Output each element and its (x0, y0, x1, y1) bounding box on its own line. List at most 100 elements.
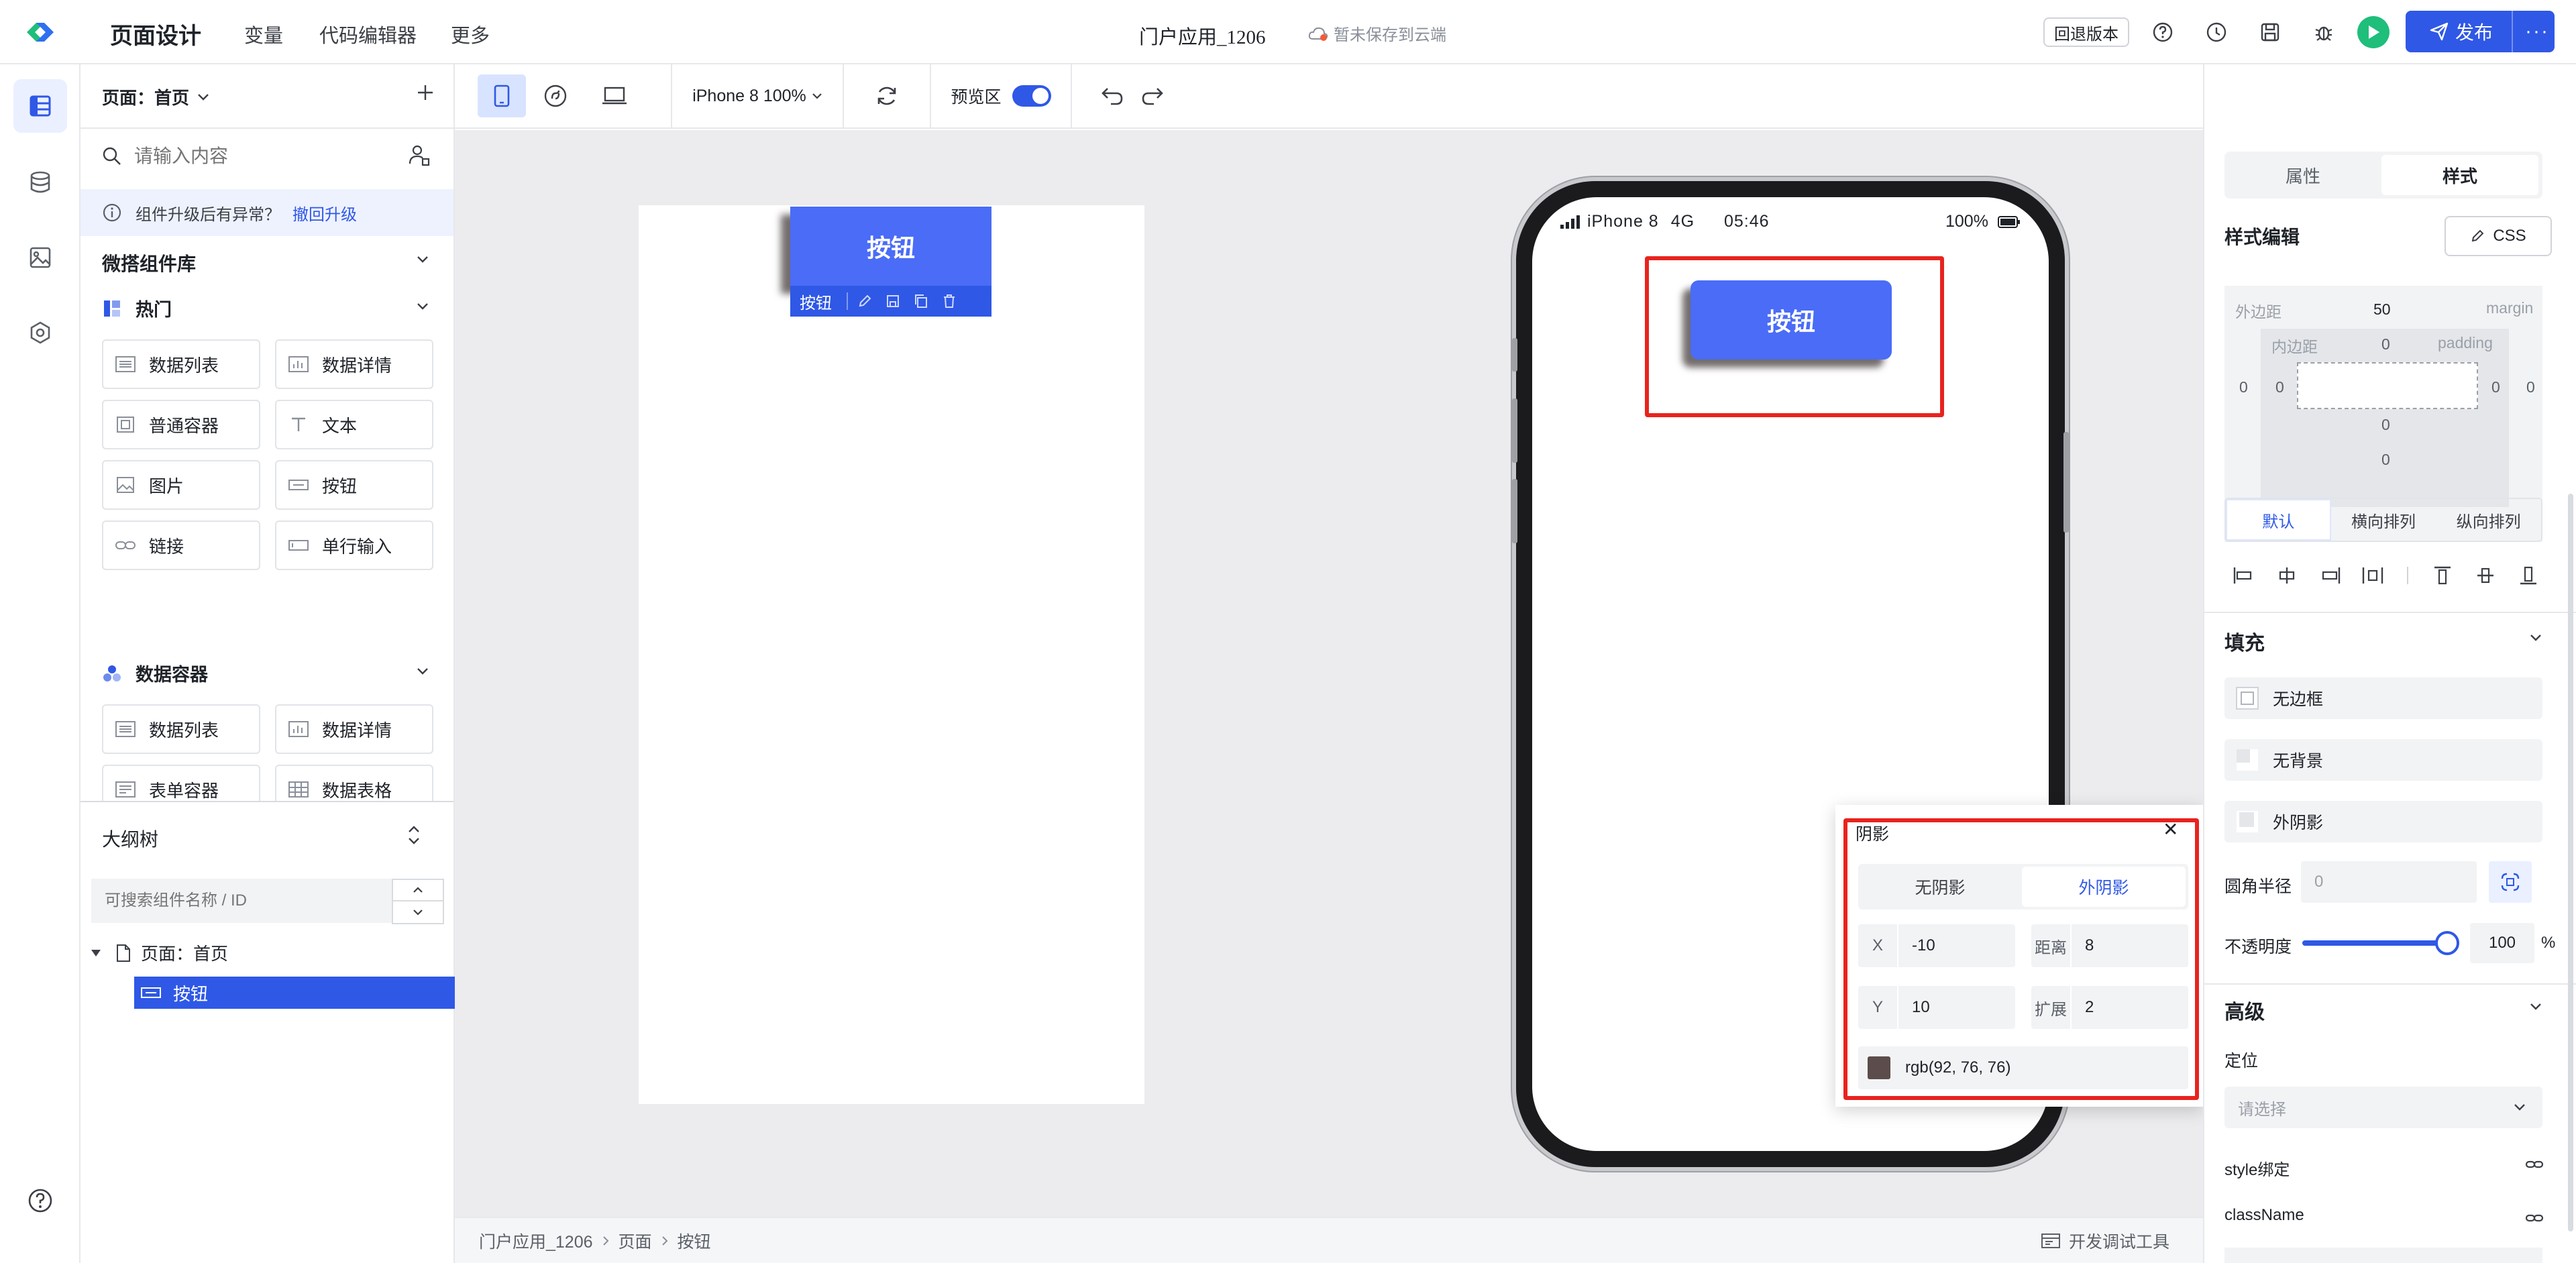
history-icon[interactable] (2202, 17, 2231, 47)
redo-icon[interactable] (1124, 86, 1181, 106)
devtools-button[interactable]: 开发调试工具 (2041, 1229, 2169, 1253)
save-icon[interactable] (885, 294, 900, 309)
copy-icon[interactable] (914, 294, 928, 309)
comp-input[interactable]: 单行输入 (275, 520, 433, 570)
opacity-slider-knob[interactable] (2435, 931, 2459, 955)
breadcrumb-page[interactable]: 页面 (619, 1229, 652, 1253)
comp-text[interactable]: 文本 (275, 400, 433, 449)
run-preview-icon[interactable] (2357, 16, 2390, 48)
publish-button[interactable]: 发布 ··· (2406, 11, 2555, 52)
padding-bottom-value[interactable]: 0 (2381, 416, 2390, 434)
css-button[interactable]: CSS (2445, 216, 2552, 256)
comp-container[interactable]: 普通容器 (102, 400, 260, 449)
canvas-button[interactable]: 按钮 (790, 207, 991, 286)
position-select[interactable]: 请选择 (2224, 1087, 2542, 1128)
outline-search-input[interactable] (91, 879, 392, 923)
comp-data-table[interactable]: 数据表格 (275, 765, 433, 801)
border-setting-row[interactable]: 无边框 (2224, 677, 2542, 719)
comp-data-list-2[interactable]: 数据列表 (102, 704, 260, 754)
breadcrumb-button[interactable]: 按钮 (678, 1229, 711, 1253)
rail-media-icon[interactable] (13, 231, 67, 284)
chevron-down-icon[interactable] (393, 901, 443, 923)
margin-bottom-value[interactable]: 0 (2381, 451, 2390, 469)
right-panel-scrollbar[interactable] (2568, 494, 2573, 1231)
component-search-input[interactable] (134, 141, 389, 172)
debug-bug-icon[interactable] (2309, 17, 2339, 47)
group-hot-title[interactable]: 热门 (103, 295, 172, 321)
caret-down-icon[interactable] (90, 948, 102, 958)
collapse-hot-icon[interactable] (416, 302, 429, 311)
layout-default[interactable]: 默认 (2226, 499, 2331, 541)
add-page-icon[interactable] (416, 83, 435, 102)
rail-help-icon[interactable] (13, 1174, 67, 1227)
shadow-x-field[interactable]: X -10 (1858, 924, 2015, 967)
rollback-button[interactable]: 回退版本 (2043, 17, 2129, 47)
page-artboard[interactable] (639, 205, 1144, 1104)
menu-code-editor[interactable]: 代码编辑器 (319, 20, 417, 48)
radius-input[interactable]: 0 (2301, 861, 2477, 903)
margin-top-value[interactable]: 50 (2373, 300, 2391, 319)
shadow-spread-field[interactable]: 扩展 2 (2031, 986, 2188, 1029)
color-swatch[interactable] (1868, 1056, 1890, 1079)
edit-icon[interactable] (857, 294, 872, 309)
breadcrumb-app[interactable]: 门户应用_1206 (479, 1229, 593, 1253)
collapse-data-container-icon[interactable] (416, 667, 429, 676)
align-right-icon[interactable] (2318, 565, 2341, 586)
chevron-up-icon[interactable] (393, 880, 443, 901)
align-center-h-icon[interactable] (2275, 565, 2298, 586)
comp-button[interactable]: 按钮 (275, 460, 433, 510)
menu-variables[interactable]: 变量 (244, 20, 283, 48)
margin-left-value[interactable]: 0 (2239, 378, 2248, 396)
comp-data-list[interactable]: 数据列表 (102, 339, 260, 389)
close-icon[interactable]: ✕ (2163, 818, 2178, 840)
comp-form-container[interactable]: 表单容器 (102, 765, 260, 801)
opacity-input[interactable]: 100 (2470, 923, 2534, 963)
shadow-distance-field[interactable]: 距离 8 (2031, 924, 2188, 967)
radius-corner-icon[interactable] (2489, 861, 2532, 903)
group-data-container-title[interactable]: 数据容器 (103, 660, 208, 686)
undo-icon[interactable] (1072, 86, 1124, 106)
tab-properties[interactable]: 属性 (2224, 155, 2381, 195)
align-bottom-icon[interactable] (2517, 565, 2540, 586)
phone-button[interactable]: 按钮 (1690, 280, 1892, 360)
device-zoom-select[interactable]: iPhone 8 100% (672, 87, 843, 106)
more-options-icon[interactable]: ··· (2525, 20, 2549, 43)
rail-component-icon[interactable] (13, 306, 67, 360)
distribute-h-icon[interactable] (2361, 565, 2384, 586)
delete-icon[interactable] (942, 294, 957, 309)
opacity-slider-track[interactable] (2302, 940, 2455, 946)
comp-data-detail[interactable]: 数据详情 (275, 339, 433, 389)
help-icon[interactable] (2148, 17, 2178, 47)
menu-more[interactable]: 更多 (451, 20, 490, 48)
outline-expand-icon[interactable] (405, 824, 423, 846)
component-market-icon[interactable] (408, 144, 431, 166)
collapse-fill-icon[interactable] (2529, 633, 2542, 643)
refresh-icon[interactable] (844, 84, 930, 108)
shadow-setting-row[interactable]: 外阴影 (2224, 801, 2542, 842)
page-select[interactable]: 页面：首页 (102, 85, 209, 109)
preview-toggle[interactable] (1012, 85, 1051, 107)
collapse-advanced-icon[interactable] (2529, 1002, 2542, 1011)
undo-upgrade-link[interactable]: 撤回升级 (292, 201, 357, 225)
tab-no-shadow[interactable]: 无阴影 (1858, 867, 2022, 907)
tab-styles[interactable]: 样式 (2381, 155, 2538, 195)
rail-database-icon[interactable] (13, 156, 67, 209)
align-left-icon[interactable] (2233, 565, 2255, 586)
padding-right-value[interactable]: 0 (2491, 378, 2500, 396)
pc-view-icon[interactable] (585, 74, 644, 117)
comp-link[interactable]: 链接 (102, 520, 260, 570)
align-center-v-icon[interactable] (2474, 565, 2497, 586)
background-setting-row[interactable]: 无背景 (2224, 739, 2542, 781)
padding-top-value[interactable]: 0 (2381, 335, 2390, 353)
mini-program-view-icon[interactable] (526, 74, 585, 117)
layout-vertical[interactable]: 纵向排列 (2436, 499, 2541, 541)
align-top-icon[interactable] (2431, 565, 2454, 586)
classname-link-icon[interactable] (2525, 1211, 2544, 1225)
mobile-view-icon[interactable] (478, 74, 526, 117)
tree-node-button[interactable]: 按钮 (134, 977, 455, 1009)
rail-page-icon[interactable] (13, 79, 67, 133)
collapse-library-icon[interactable] (416, 255, 429, 264)
shadow-color-field[interactable]: rgb(92, 76, 76) (1858, 1046, 2188, 1089)
style-bind-link-icon[interactable] (2525, 1158, 2544, 1171)
save-icon[interactable] (2255, 17, 2285, 47)
